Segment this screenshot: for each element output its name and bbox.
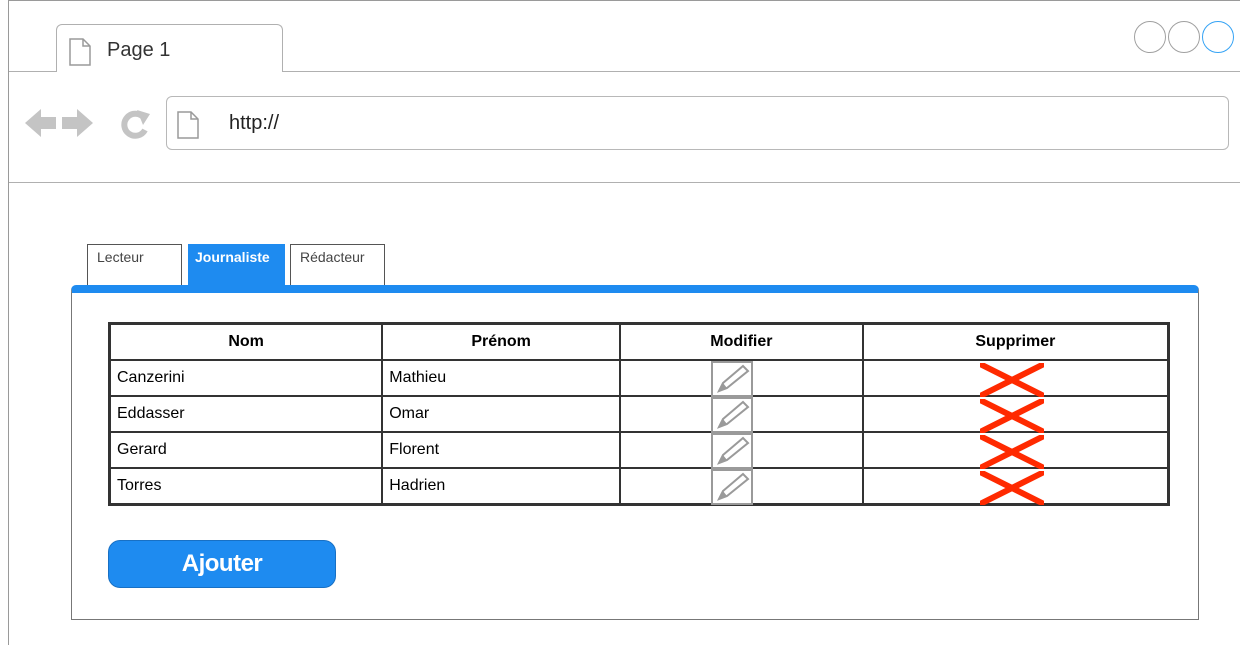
browser-tabstrip: Page 1 (9, 1, 1240, 72)
window-controls (1134, 21, 1234, 53)
window-button[interactable] (1168, 21, 1200, 53)
column-header-nom: Nom (108, 322, 384, 361)
table-row: Gerard Florent (108, 431, 1170, 470)
tab-journaliste[interactable]: Journaliste (188, 244, 285, 286)
cell-supprimer (861, 431, 1170, 470)
cell-nom: Gerard (108, 431, 384, 469)
pencil-icon[interactable] (711, 469, 753, 505)
browser-navbar: http:// (9, 72, 1240, 183)
cell-nom: Torres (108, 467, 384, 506)
browser-tab-title: Page 1 (107, 39, 171, 61)
content-panel: Nom Prénom Modifier Supprimer Canzerini … (71, 285, 1199, 620)
browser-window: Page 1 http:// Lecteur Journaliste Rédac… (8, 0, 1240, 645)
document-icon (69, 38, 91, 71)
tab-lecteur[interactable]: Lecteur (87, 244, 182, 286)
cell-prenom: Mathieu (381, 359, 621, 397)
cell-modifier (619, 431, 864, 469)
reload-icon[interactable] (119, 108, 151, 145)
cell-supprimer (861, 467, 1170, 506)
forward-arrow-icon[interactable] (61, 108, 93, 143)
red-x-icon[interactable] (978, 470, 1045, 510)
browser-tab[interactable]: Page 1 (56, 24, 283, 72)
cell-prenom: Omar (381, 395, 621, 433)
window-button[interactable] (1134, 21, 1166, 53)
url-bar[interactable]: http:// (166, 96, 1229, 150)
cell-modifier (619, 395, 864, 433)
cell-supprimer (861, 395, 1170, 434)
table-row: Torres Hadrien (108, 467, 1170, 506)
tab-redacteur[interactable]: Rédacteur (290, 244, 385, 286)
table-row: Eddasser Omar (108, 395, 1170, 434)
pencil-icon[interactable] (711, 397, 753, 433)
cell-modifier (619, 359, 864, 397)
cell-nom: Canzerini (108, 359, 384, 397)
column-header-supprimer: Supprimer (861, 322, 1170, 361)
cell-prenom: Florent (381, 431, 621, 469)
url-text[interactable]: http:// (229, 112, 279, 135)
pencil-icon[interactable] (711, 361, 753, 397)
column-header-modifier: Modifier (619, 322, 864, 361)
cell-supprimer (861, 359, 1170, 398)
window-button-active[interactable] (1202, 21, 1234, 53)
add-button[interactable]: Ajouter (108, 540, 336, 588)
pencil-icon[interactable] (711, 433, 753, 469)
document-icon (177, 111, 199, 144)
journalist-table: Nom Prénom Modifier Supprimer Canzerini … (108, 322, 1170, 506)
table-row: Canzerini Mathieu (108, 359, 1170, 398)
back-arrow-icon[interactable] (25, 108, 57, 143)
column-header-prenom: Prénom (381, 322, 621, 361)
cell-nom: Eddasser (108, 395, 384, 433)
cell-prenom: Hadrien (381, 467, 621, 506)
cell-modifier (619, 467, 864, 506)
table-header-row: Nom Prénom Modifier Supprimer (108, 322, 1170, 361)
